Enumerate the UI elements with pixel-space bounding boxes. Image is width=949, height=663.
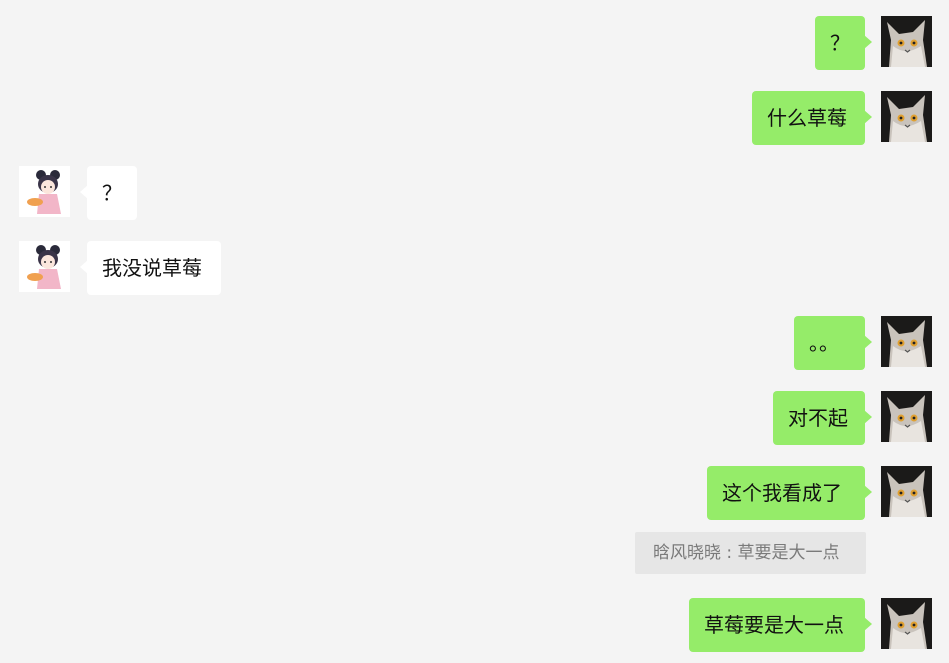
cat-avatar-icon[interactable] [881,466,932,517]
message-row: ？ [0,166,949,220]
cat-avatar-icon[interactable] [881,391,932,442]
anime-girl-avatar-icon[interactable] [19,241,70,292]
message-bubble[interactable]: ？ [815,16,872,70]
cat-avatar-icon[interactable] [881,16,932,67]
message-row: 我没说草莓 [0,241,949,295]
cat-avatar-icon[interactable] [881,598,932,649]
message-bubble[interactable]: 我没说草莓 [80,241,221,295]
quoted-message[interactable]: 晗风晓晓 : 草要是大一点 [635,532,866,574]
message-row: 。。 [0,316,949,370]
message-bubble[interactable]: ？ [80,166,137,220]
anime-girl-avatar-icon[interactable] [19,166,70,217]
message-bubble[interactable]: 这个我看成了 [707,466,872,520]
cat-avatar-icon[interactable] [881,316,932,367]
message-bubble[interactable]: 。。 [794,316,872,370]
message-row: 什么草莓 [0,91,949,145]
message-bubble[interactable]: 什么草莓 [752,91,872,145]
message-bubble[interactable]: 草莓要是大一点 [689,598,872,652]
message-row: 草莓要是大一点 [0,598,949,652]
chat-window: ？ 什么草莓 ？ 我没说草莓 。。 对不起 这个我看成了 晗风晓晓: 草要是大… [0,0,949,663]
message-row: ？ [0,16,949,70]
cat-avatar-icon[interactable] [881,91,932,142]
message-row: 对不起 [0,391,949,445]
message-bubble[interactable]: 对不起 [773,391,872,445]
message-row: 这个我看成了 [0,466,949,520]
